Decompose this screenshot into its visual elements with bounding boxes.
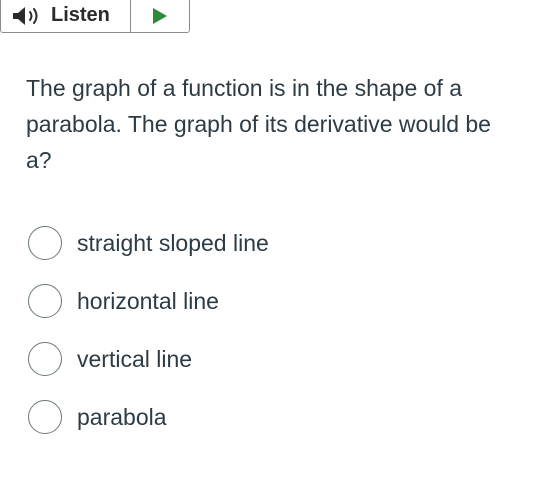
speaker-icon — [13, 6, 38, 25]
question-line: parabola. The graph of its derivative wo… — [26, 111, 491, 137]
answer-option[interactable]: parabola — [28, 398, 269, 436]
radio-button[interactable] — [28, 284, 62, 318]
radio-button[interactable] — [28, 226, 62, 260]
play-button[interactable] — [131, 0, 189, 32]
radio-button[interactable] — [28, 400, 62, 434]
question-line: The graph of a function is in the shape … — [26, 75, 463, 101]
play-icon — [153, 7, 167, 24]
answer-option[interactable]: straight sloped line — [28, 224, 269, 262]
answer-label: vertical line — [77, 345, 193, 372]
question-text: The graph of a function is in the shape … — [26, 70, 553, 178]
answer-option[interactable]: vertical line — [28, 340, 269, 378]
answer-options: straight sloped line horizontal line ver… — [28, 224, 269, 456]
quiz-page: Listen The graph of a function is in the… — [0, 0, 553, 477]
answer-label: straight sloped line — [77, 229, 269, 256]
read-aloud-widget: Listen — [0, 0, 190, 33]
listen-button[interactable]: Listen — [1, 0, 131, 32]
listen-label: Listen — [51, 4, 110, 26]
answer-label: horizontal line — [77, 287, 219, 314]
answer-option[interactable]: horizontal line — [28, 282, 269, 320]
answer-label: parabola — [77, 403, 167, 430]
question-line: a? — [26, 147, 52, 173]
radio-button[interactable] — [28, 342, 62, 376]
